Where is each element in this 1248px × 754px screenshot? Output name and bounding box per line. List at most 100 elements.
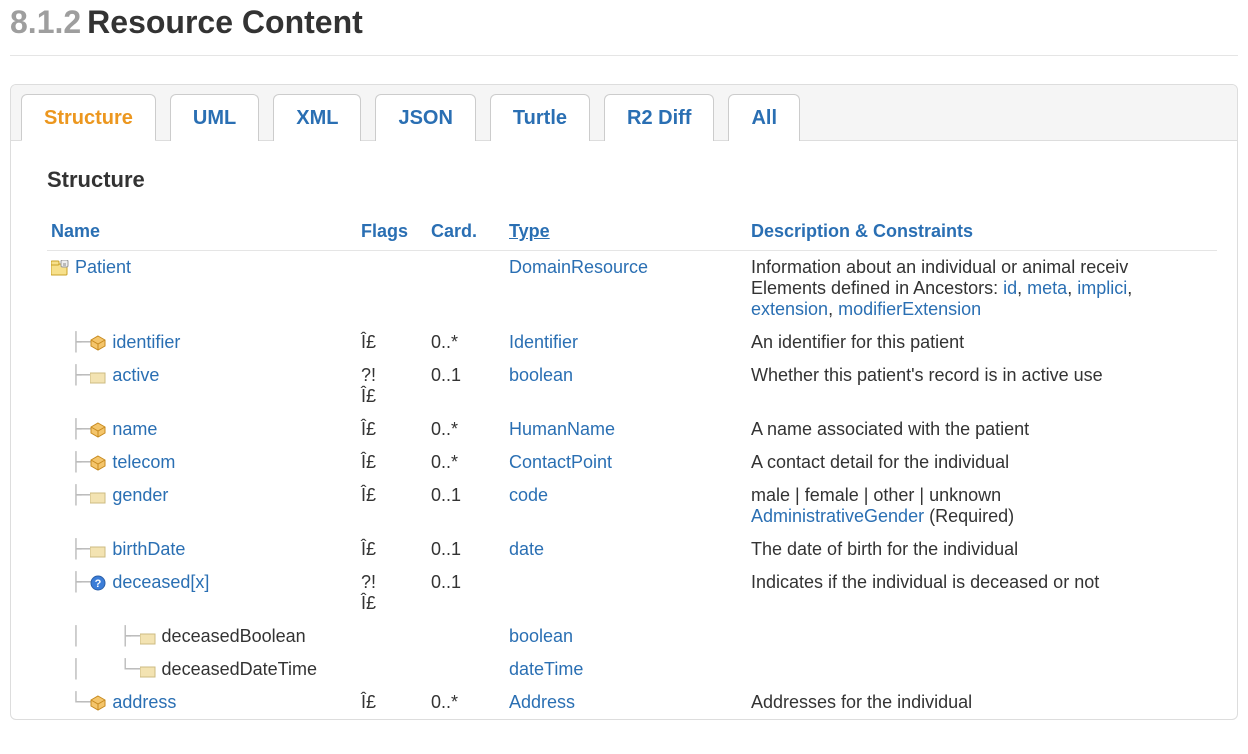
description-cell: A name associated with the patient (747, 413, 1217, 446)
element-name[interactable]: telecom (112, 452, 175, 472)
flags-cell: Î£ (357, 686, 427, 719)
flags-cell: Î£ (357, 326, 427, 359)
col-header-type[interactable]: Type (505, 215, 747, 251)
tab-uml[interactable]: UML (170, 94, 259, 141)
table-row: ├─ telecomÎ£0..*ContactPointA contact de… (47, 446, 1217, 479)
structure-table: Name Flags Card. Type Description & Cons… (47, 215, 1217, 719)
ancestor-link[interactable]: meta (1027, 278, 1067, 298)
description-cell: Whether this patient's record is in acti… (747, 359, 1217, 413)
datatype-icon (90, 455, 106, 471)
datatype-icon (90, 695, 106, 711)
tab-bar: Structure UML XML JSON Turtle R2 Diff All (11, 85, 1237, 141)
cardinality-cell (427, 620, 505, 653)
flags-cell: Î£ (357, 446, 427, 479)
ancestor-link[interactable]: extension (751, 299, 828, 319)
element-name[interactable]: active (112, 365, 159, 385)
flags-cell (357, 653, 427, 686)
desc-text: Indicates if the individual is deceased … (751, 572, 1099, 592)
tab-all[interactable]: All (728, 94, 800, 141)
tab-structure[interactable]: Structure (21, 94, 156, 141)
desc-text: Information about an individual or anima… (751, 257, 1128, 277)
desc-text: Elements defined in Ancestors: (751, 278, 1003, 298)
datatype-icon (90, 422, 106, 438)
description-cell: An identifier for this patient (747, 326, 1217, 359)
element-name[interactable]: Patient (75, 257, 131, 277)
description-cell (747, 620, 1217, 653)
table-row: ├─ identifierÎ£0..*IdentifierAn identifi… (47, 326, 1217, 359)
cardinality-cell (427, 653, 505, 686)
primitive-icon (90, 546, 106, 558)
type-cell: dateTime (505, 653, 747, 686)
cardinality-cell: 0..1 (427, 479, 505, 533)
flags-cell: Î£ (357, 479, 427, 533)
type-link[interactable]: boolean (509, 365, 573, 385)
flags-cell: ?! Î£ (357, 566, 427, 620)
element-name[interactable]: name (112, 419, 157, 439)
desc-text: Addresses for the individual (751, 692, 972, 712)
flags-cell: Î£ (357, 533, 427, 566)
element-name[interactable]: gender (112, 485, 168, 505)
desc-text: male | female | other | unknown (751, 485, 1001, 505)
type-cell: Address (505, 686, 747, 719)
element-name: deceasedDateTime (162, 659, 317, 679)
flags-cell (357, 620, 427, 653)
tab-r2-diff[interactable]: R2 Diff (604, 94, 714, 141)
type-link[interactable]: date (509, 539, 544, 559)
datatype-icon (90, 335, 106, 351)
col-header-card[interactable]: Card. (427, 215, 505, 251)
type-link[interactable]: code (509, 485, 548, 505)
type-link[interactable]: DomainResource (509, 257, 648, 277)
element-name[interactable]: birthDate (112, 539, 185, 559)
cardinality-cell: 0..* (427, 686, 505, 719)
ancestor-link[interactable]: implici (1077, 278, 1127, 298)
description-cell: Information about an individual or anima… (747, 251, 1217, 327)
col-header-name[interactable]: Name (47, 215, 357, 251)
description-cell: male | female | other | unknownAdministr… (747, 479, 1217, 533)
table-row: ├─ ?deceased[x]?! Î£0..1Indicates if the… (47, 566, 1217, 620)
desc-text: A contact detail for the individual (751, 452, 1009, 472)
flags-cell: Î£ (357, 413, 427, 446)
primitive-icon (90, 372, 106, 384)
description-cell: A contact detail for the individual (747, 446, 1217, 479)
ancestor-link[interactable]: modifierExtension (838, 299, 981, 319)
col-header-desc[interactable]: Description & Constraints (747, 215, 1217, 251)
svg-text:?: ? (95, 578, 102, 590)
element-name[interactable]: identifier (112, 332, 180, 352)
desc-text: Whether this patient's record is in acti… (751, 365, 1103, 385)
description-cell: The date of birth for the individual (747, 533, 1217, 566)
type-link[interactable]: Identifier (509, 332, 578, 352)
tab-turtle[interactable]: Turtle (490, 94, 590, 141)
desc-text: A name associated with the patient (751, 419, 1029, 439)
flags-cell (357, 251, 427, 327)
col-header-flags[interactable]: Flags (357, 215, 427, 251)
binding-link[interactable]: AdministrativeGender (751, 506, 924, 526)
table-row: └─ addressÎ£0..*AddressAddresses for the… (47, 686, 1217, 719)
element-name[interactable]: address (112, 692, 176, 712)
type-link[interactable]: dateTime (509, 659, 583, 679)
description-cell (747, 653, 1217, 686)
table-row: ├─ active?! Î£0..1booleanWhether this pa… (47, 359, 1217, 413)
cardinality-cell: 0..* (427, 326, 505, 359)
ancestor-link[interactable]: id (1003, 278, 1017, 298)
type-link[interactable]: boolean (509, 626, 573, 646)
type-cell: boolean (505, 620, 747, 653)
type-cell: ContactPoint (505, 446, 747, 479)
type-link[interactable]: ContactPoint (509, 452, 612, 472)
description-cell: Indicates if the individual is deceased … (747, 566, 1217, 620)
type-link[interactable]: Address (509, 692, 575, 712)
type-link[interactable]: HumanName (509, 419, 615, 439)
table-row: ├─ birthDateÎ£0..1dateThe date of birth … (47, 533, 1217, 566)
cardinality-cell: 0..1 (427, 566, 505, 620)
type-cell: code (505, 479, 747, 533)
table-row: Patient DomainResource Information about a… (47, 251, 1217, 327)
primitive-icon (140, 666, 156, 678)
element-name[interactable]: deceased[x] (112, 572, 209, 592)
desc-text: An identifier for this patient (751, 332, 964, 352)
primitive-icon (140, 633, 156, 645)
tab-json[interactable]: JSON (375, 94, 475, 141)
type-cell: date (505, 533, 747, 566)
type-cell: Identifier (505, 326, 747, 359)
binding-strength: (Required) (929, 506, 1014, 526)
section-header: 8.1.2Resource Content (10, 0, 1238, 56)
tab-xml[interactable]: XML (273, 94, 361, 141)
